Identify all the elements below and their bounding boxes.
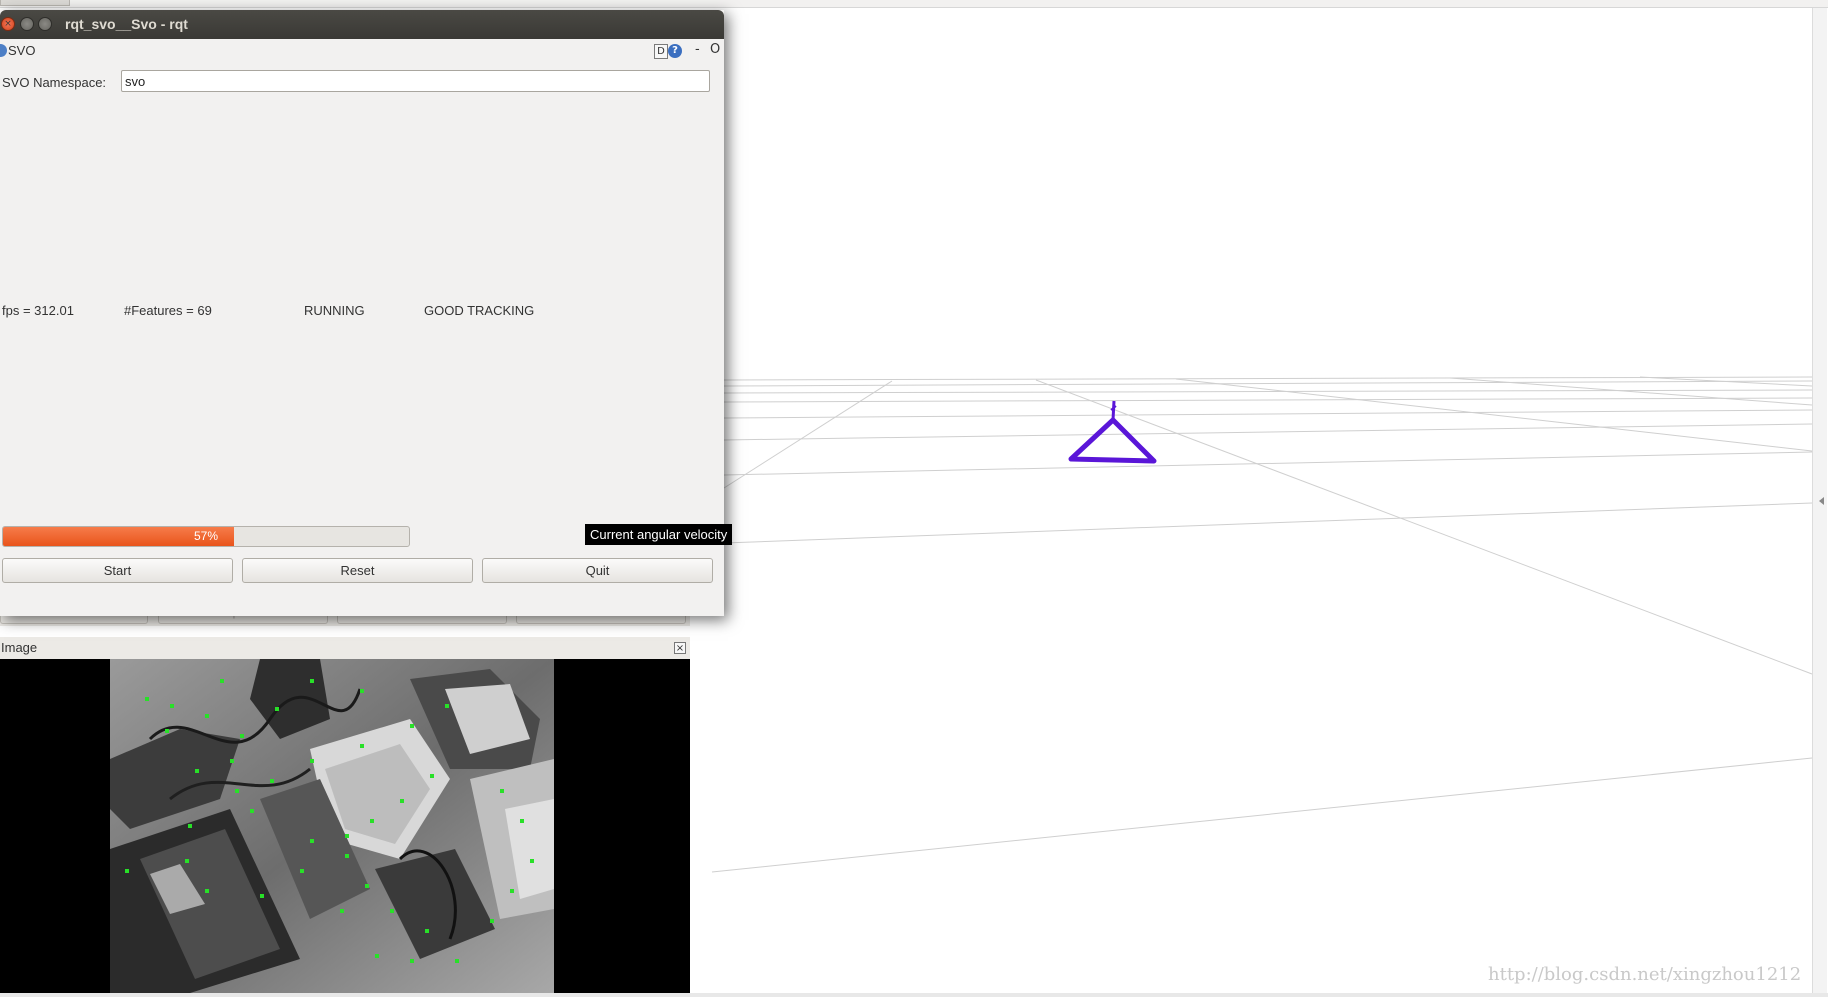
camera-pose-marker — [1068, 400, 1157, 464]
close-icon[interactable]: × — [674, 642, 686, 654]
reset-button[interactable]: Reset — [242, 558, 473, 583]
rqt-window: × rqt_svo__Svo - rqt SVO D ? - O SVO Nam… — [0, 10, 733, 616]
dock-d-button[interactable]: D — [654, 44, 668, 59]
plugin-name: SVO — [8, 43, 36, 58]
angular-velocity-tooltip: Current angular velocity — [585, 524, 733, 545]
tracking-status: GOOD TRACKING — [424, 303, 535, 318]
maximize-window-icon[interactable] — [38, 17, 52, 31]
float-plugin-button[interactable]: O — [710, 42, 720, 57]
watermark-text: http://blog.csdn.net/xingzhou1212 — [1488, 964, 1802, 985]
collapse-arrow-icon[interactable] — [1819, 497, 1824, 505]
status-strip — [0, 993, 1828, 997]
window-title: rqt_svo__Svo - rqt — [65, 16, 188, 32]
window-titlebar[interactable]: × rqt_svo__Svo - rqt — [0, 10, 724, 39]
features-count: #Features = 69 — [124, 303, 212, 318]
namespace-input[interactable] — [121, 70, 710, 92]
help-icon[interactable]: ? — [668, 44, 682, 58]
camera-feed — [110, 659, 554, 993]
plugin-header: SVO D ? - O — [0, 39, 724, 63]
image-panel-title: Image — [1, 640, 38, 655]
minimize-plugin-button[interactable]: - — [695, 42, 700, 57]
image-panel-header: Image × — [0, 637, 690, 659]
top-menu-strip — [0, 0, 1828, 8]
quit-button[interactable]: Quit — [482, 558, 713, 583]
start-button[interactable]: Start — [2, 558, 233, 583]
close-window-icon[interactable]: × — [1, 17, 15, 31]
running-status: RUNNING — [304, 303, 365, 318]
namespace-label: SVO Namespace: — [2, 75, 107, 90]
progress-bar: 57% — [2, 526, 410, 547]
progress-label: 57% — [193, 529, 219, 543]
camera-frame-graphic — [110, 659, 554, 993]
top-tab[interactable] — [0, 0, 70, 6]
plugin-logo-icon — [0, 44, 7, 57]
fps-readout: fps = 312.01 — [2, 303, 74, 318]
minimize-window-icon[interactable] — [20, 17, 34, 31]
